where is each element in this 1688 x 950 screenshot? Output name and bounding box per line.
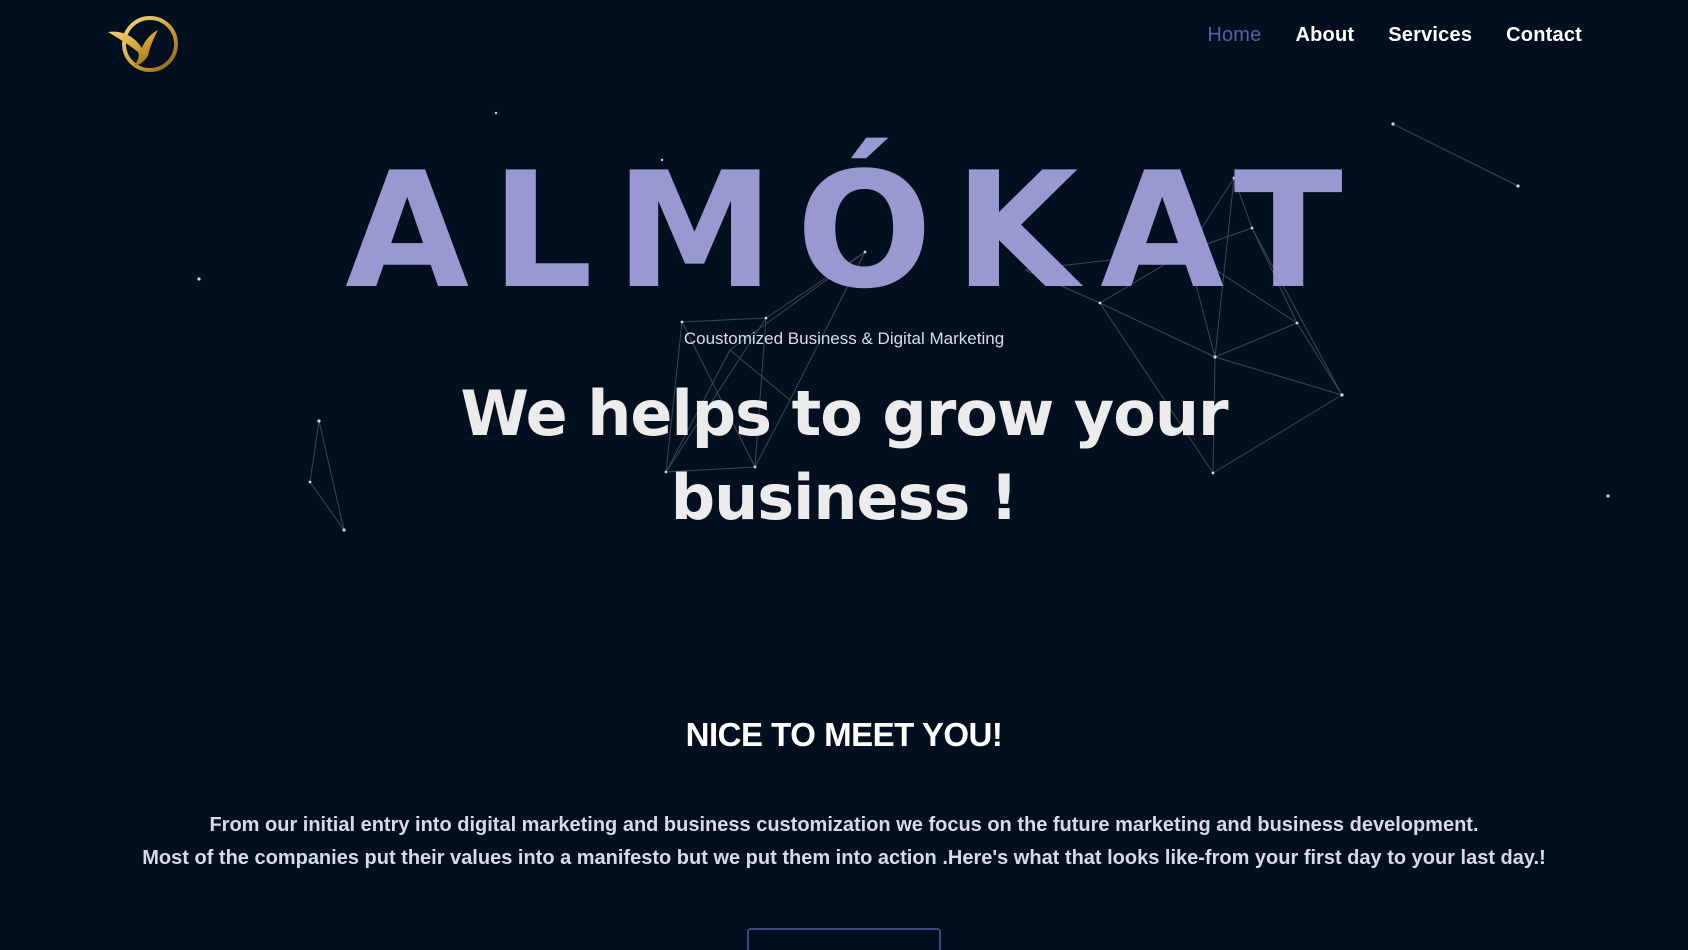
about-section-title: NICE TO MEET YOU!	[685, 716, 1003, 753]
main-nav: Home About Services Contact	[1207, 24, 1582, 47]
nav-about-link[interactable]: About	[1295, 24, 1354, 47]
brand-name: ALMÓKAT	[345, 137, 1365, 324]
hero-headline: We helps to grow your business !	[0, 372, 1688, 540]
hero-headline-line-1: We helps to grow your	[460, 377, 1228, 450]
about-paragraph: From our initial entry into digital mark…	[0, 809, 1688, 875]
gold-bird-logo-icon[interactable]	[104, 12, 180, 74]
hero-headline-line-2: business !	[670, 461, 1019, 534]
about-paragraph-line-2: Most of the companies put their values i…	[142, 847, 1546, 869]
nav-home-link[interactable]: Home	[1207, 24, 1261, 47]
brand-tagline: Coustomized Business & Digital Marketing	[683, 329, 1005, 348]
brand-heading-container: ALMÓKAT	[0, 146, 1688, 316]
page: Home About Services Contact ALMÓKAT Cous…	[0, 0, 1688, 950]
nav-contact-link[interactable]: Contact	[1506, 24, 1582, 47]
about-paragraph-line-1: From our initial entry into digital mark…	[209, 814, 1479, 836]
cta-button[interactable]	[747, 928, 941, 950]
nav-services-link[interactable]: Services	[1388, 24, 1472, 47]
